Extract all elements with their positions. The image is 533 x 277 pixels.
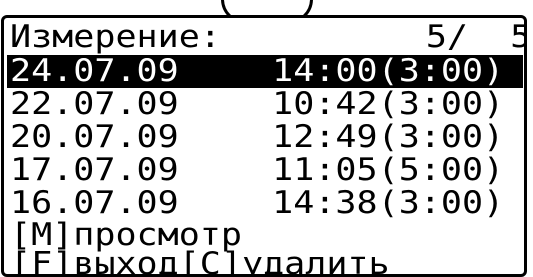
measurement-time: 14:38(3:00) <box>272 185 505 221</box>
measurement-row[interactable]: 17.07.09 11:05(5:00) <box>10 152 524 188</box>
measurement-row-selected[interactable]: 24.07.09 14:00(3:00) <box>10 53 524 89</box>
measurement-row[interactable]: 22.07.09 10:42(3:00) <box>10 86 524 122</box>
measurement-counter: 5/ 5 <box>425 19 527 55</box>
measurement-time: 12:49(3:00) <box>272 119 505 155</box>
screen-title: Измерение: <box>10 19 221 55</box>
lcd-screen: Измерение: 5/ 5 24.07.09 14:00(3:00) 22.… <box>1 15 527 277</box>
menu-exit-delete-option[interactable]: [F]выход[C]удалить <box>10 248 524 274</box>
measurement-row[interactable]: 16.07.09 14:38(3:00) <box>10 185 524 221</box>
measurement-row[interactable]: 20.07.09 12:49(3:00) <box>10 119 524 155</box>
screen-header: Измерение: 5/ 5 <box>10 19 527 55</box>
measurement-time: 14:00(3:00) <box>272 53 505 89</box>
measurement-date: 24.07.09 <box>10 53 179 89</box>
measurement-time: 11:05(5:00) <box>272 152 505 188</box>
measurement-date: 17.07.09 <box>10 152 179 188</box>
measurement-date: 22.07.09 <box>10 86 179 122</box>
measurement-date: 16.07.09 <box>10 185 179 221</box>
measurement-time: 10:42(3:00) <box>272 86 505 122</box>
measurement-date: 20.07.09 <box>10 119 179 155</box>
